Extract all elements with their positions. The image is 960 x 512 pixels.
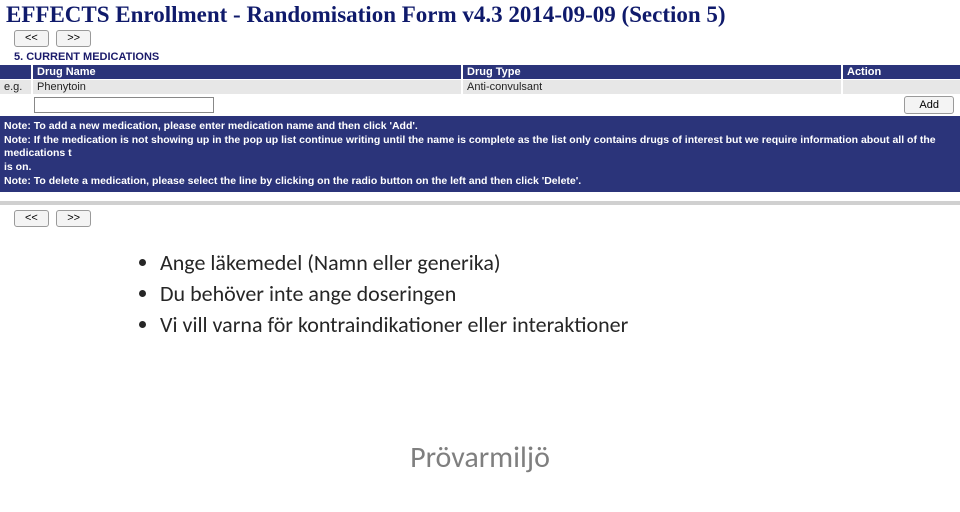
example-type: Anti-convulsant [462, 80, 842, 95]
note-line: Note: If the medication is not showing u… [4, 134, 956, 161]
example-action [842, 80, 960, 95]
col-header-action: Action [842, 65, 960, 80]
table-header-row: Drug Name Drug Type Action [0, 65, 960, 80]
example-label: e.g. [0, 80, 32, 95]
notes-block: Note: To add a new medication, please en… [0, 118, 960, 192]
nav-top: << >> [0, 28, 960, 51]
next-button[interactable]: >> [56, 30, 91, 47]
prev-button[interactable]: << [14, 30, 49, 47]
col-header-name: Drug Name [32, 65, 462, 80]
note-line: is on. [4, 161, 956, 175]
bullet-item: Vi vill varna för kontraindikationer ell… [160, 311, 960, 338]
footer-label: Prövarmiljö [0, 439, 960, 476]
add-button[interactable]: Add [904, 96, 954, 114]
example-name: Phenytoin [32, 80, 462, 95]
note-line: Note: To add a new medication, please en… [4, 120, 956, 134]
medications-table: Drug Name Drug Type Action e.g. Phenytoi… [0, 65, 960, 116]
col-header-num [0, 65, 32, 80]
bullet-item: Du behöver inte ange doseringen [160, 280, 960, 307]
table-input-row: Add [0, 94, 960, 116]
table-example-row: e.g. Phenytoin Anti-convulsant [0, 80, 960, 95]
next-button-bottom[interactable]: >> [56, 210, 91, 227]
bullet-item: Ange läkemedel (Namn eller generika) [160, 249, 960, 276]
prev-button-bottom[interactable]: << [14, 210, 49, 227]
page-title: EFFECTS Enrollment - Randomisation Form … [0, 0, 960, 28]
note-line: Note: To delete a medication, please sel… [4, 175, 956, 189]
nav-bottom: << >> [0, 206, 960, 231]
section-heading: 5. CURRENT MEDICATIONS [0, 51, 960, 65]
bullet-list: Ange läkemedel (Namn eller generika) Du … [160, 249, 960, 338]
medication-name-input[interactable] [34, 97, 214, 113]
col-header-type: Drug Type [462, 65, 842, 80]
